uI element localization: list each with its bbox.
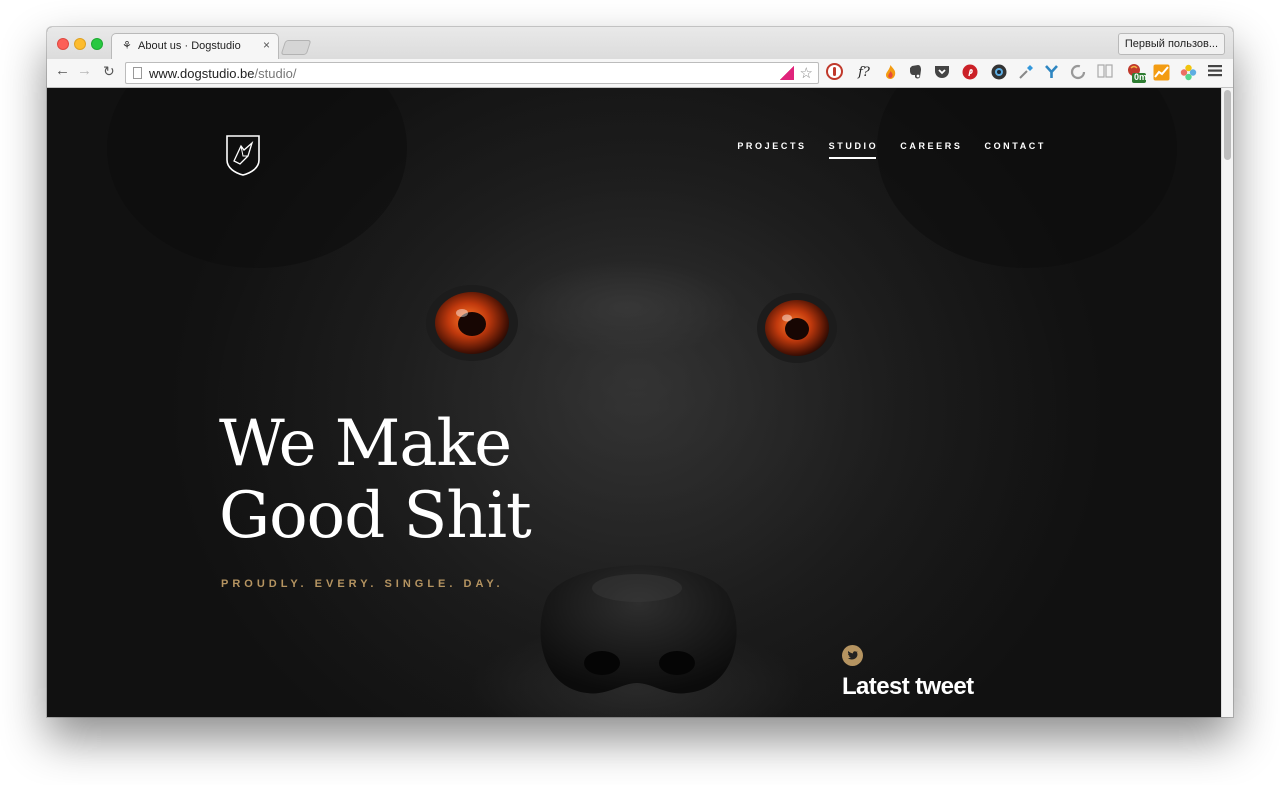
url-text[interactable]: www.dogstudio.be/studio/ [149, 66, 296, 81]
minimize-window-button[interactable] [74, 38, 86, 50]
flower-icon[interactable] [1180, 64, 1197, 81]
nav-projects[interactable]: PROJECTS [737, 141, 806, 159]
eyedropper-icon[interactable] [1017, 64, 1034, 81]
page-icon [133, 67, 142, 79]
tab-title: About us · Dogstudio [138, 40, 241, 52]
extension-badge-text: 0m [1134, 72, 1148, 82]
latest-tweet-heading: Latest tweet [842, 673, 974, 700]
fonts-icon[interactable]: f? [853, 64, 875, 81]
url-host: www.dogstudio.be [149, 66, 255, 81]
tab-close-icon[interactable]: × [263, 38, 270, 52]
forward-arrow-icon[interactable]: → [77, 62, 92, 79]
y-icon[interactable] [1043, 64, 1060, 81]
page-viewport: PROJECTS STUDIO CAREERS CONTACT We Make … [47, 88, 1221, 717]
nav-studio[interactable]: STUDIO [828, 141, 879, 159]
stats-extension-icon[interactable] [780, 66, 794, 80]
dogstudio-favicon-icon: ⚘ [122, 40, 132, 52]
nav-contact[interactable]: CONTACT [984, 141, 1046, 159]
close-window-button[interactable] [57, 38, 69, 50]
profile-button[interactable]: Первый пользов... [1117, 33, 1225, 55]
url-path: /studio/ [254, 66, 297, 81]
dog-face-photo [107, 88, 1177, 717]
browser-tab[interactable]: ⚘ About us · Dogstudio × [111, 33, 279, 59]
browser-window: ⚘ About us · Dogstudio × Первый пользов.… [47, 27, 1233, 717]
nav-careers[interactable]: CAREERS [900, 141, 962, 159]
tab-strip: ⚘ About us · Dogstudio × Первый пользов.… [47, 27, 1233, 59]
hero-subtitle: PROUDLY. EVERY. SINGLE. DAY. [221, 578, 504, 590]
chart-icon[interactable] [1153, 64, 1170, 81]
address-bar[interactable]: www.dogstudio.be/studio/ ☆ [125, 62, 819, 84]
badge-0m-icon[interactable]: 0m [1125, 62, 1147, 84]
reload-icon[interactable]: ↻ [103, 63, 115, 80]
browser-toolbar: ← → ↻ www.dogstudio.be/studio/ ☆ f? 0m [47, 59, 1233, 88]
ublock-icon[interactable] [826, 63, 843, 80]
main-nav: PROJECTS STUDIO CAREERS CONTACT [737, 141, 1046, 159]
evernote-icon[interactable] [907, 64, 924, 81]
dogstudio-logo-icon[interactable] [225, 134, 261, 176]
pocket-icon[interactable] [933, 64, 950, 81]
page-scrollbar[interactable] [1221, 88, 1233, 717]
hero-title: We Make Good Shit [219, 407, 532, 553]
scrollbar-thumb[interactable] [1224, 90, 1231, 160]
fire-icon[interactable] [882, 64, 899, 81]
twitter-icon[interactable] [842, 645, 863, 666]
chrome-menu-icon[interactable] [1206, 64, 1223, 81]
bookmark-star-icon[interactable]: ☆ [800, 64, 813, 82]
zoom-window-button[interactable] [91, 38, 103, 50]
camera-icon[interactable] [990, 64, 1007, 81]
loop-icon[interactable] [1069, 64, 1086, 81]
new-tab-button[interactable] [280, 40, 312, 55]
pinterest-icon[interactable] [961, 64, 978, 81]
reader-icon[interactable] [1096, 64, 1113, 81]
back-arrow-icon[interactable]: ← [55, 62, 70, 79]
